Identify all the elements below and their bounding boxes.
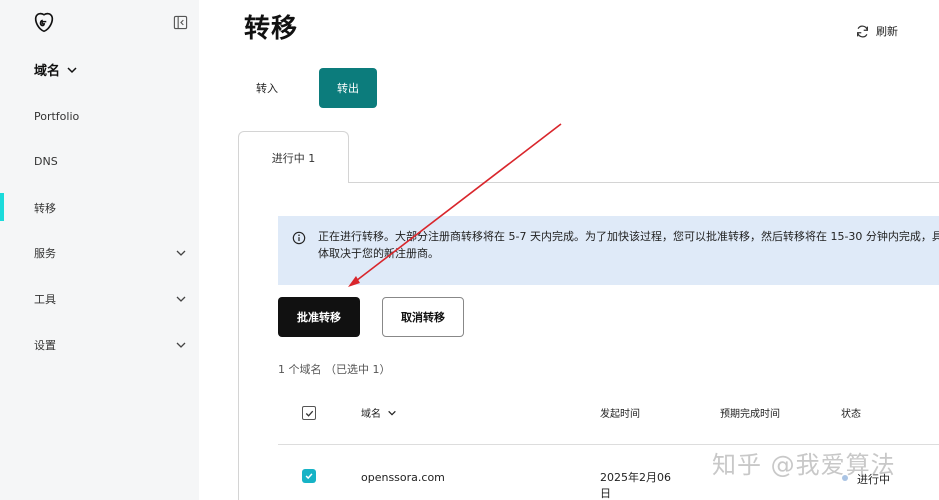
sidebar: 域名 Portfolio DNS 转移 服务 工具 设置 bbox=[0, 0, 199, 500]
refresh-label: 刷新 bbox=[876, 25, 898, 38]
refresh-icon bbox=[857, 25, 868, 37]
column-header-label: 域名 bbox=[361, 409, 381, 420]
sidebar-item-transfer[interactable]: 转移 bbox=[34, 200, 187, 216]
info-alert: 正在进行转移。大部分注册商转移将在 5-7 天内完成。为了加快该过程，您可以批准… bbox=[278, 216, 939, 285]
tab-in-progress[interactable]: 进行中 1 bbox=[238, 131, 349, 183]
sidebar-item-settings[interactable]: 设置 bbox=[34, 337, 187, 353]
sidebar-item-tools[interactable]: 工具 bbox=[34, 291, 187, 307]
cancel-transfer-button[interactable]: 取消转移 bbox=[382, 297, 464, 337]
sidebar-item-label: 转移 bbox=[34, 202, 56, 215]
row-checkbox[interactable] bbox=[302, 469, 316, 483]
sidebar-item-label: 工具 bbox=[34, 293, 56, 306]
row-started: 2025年2月06日 bbox=[600, 471, 671, 500]
collapse-sidebar-icon[interactable] bbox=[173, 15, 188, 30]
select-all-checkbox[interactable] bbox=[302, 406, 316, 420]
sidebar-item-services[interactable]: 服务 bbox=[34, 245, 187, 261]
tab-divider bbox=[349, 182, 939, 183]
column-header-status: 状态 bbox=[841, 409, 861, 420]
approve-transfer-button[interactable]: 批准转移 bbox=[278, 297, 360, 337]
tab-label: 进行中 1 bbox=[271, 151, 316, 165]
check-icon bbox=[305, 473, 313, 480]
active-indicator bbox=[0, 193, 4, 221]
chevron-down-icon bbox=[176, 296, 186, 302]
sidebar-item-label: 服务 bbox=[34, 247, 56, 260]
alert-message: 正在进行转移。大部分注册商转移将在 5-7 天内完成。为了加快该过程，您可以批准… bbox=[318, 230, 939, 260]
chevron-down-icon bbox=[388, 410, 396, 416]
sidebar-item-label: Portfolio bbox=[34, 110, 80, 123]
chevron-down-icon bbox=[67, 66, 77, 73]
panel-border bbox=[238, 182, 239, 500]
transfer-in-button[interactable]: 转入 bbox=[238, 68, 296, 108]
chevron-down-icon bbox=[176, 250, 186, 256]
sidebar-section-domains[interactable]: 域名 bbox=[34, 60, 78, 79]
chevron-down-icon bbox=[176, 342, 186, 348]
transfer-out-button[interactable]: 转出 bbox=[319, 68, 377, 108]
column-header-started: 发起时间 bbox=[600, 409, 640, 420]
row-domain[interactable]: openssora.com bbox=[361, 471, 445, 484]
godaddy-logo-icon[interactable] bbox=[33, 12, 55, 34]
sidebar-section-label: 域名 bbox=[34, 64, 61, 79]
refresh-button[interactable]: 刷新 bbox=[855, 23, 898, 39]
page-title: 转移 bbox=[244, 14, 299, 44]
check-icon bbox=[305, 410, 313, 417]
info-icon bbox=[292, 231, 306, 245]
sidebar-item-label: DNS bbox=[34, 155, 58, 168]
sidebar-item-dns[interactable]: DNS bbox=[34, 155, 187, 168]
sidebar-item-label: 设置 bbox=[34, 339, 56, 352]
column-header-expected: 预期完成时间 bbox=[720, 409, 780, 420]
column-header-domain[interactable]: 域名 bbox=[361, 405, 397, 420]
watermark: 知乎 @我爱算法 bbox=[712, 451, 896, 479]
sidebar-item-portfolio[interactable]: Portfolio bbox=[34, 110, 187, 123]
selection-count: 1 个域名 （已选中 1） bbox=[278, 363, 391, 376]
